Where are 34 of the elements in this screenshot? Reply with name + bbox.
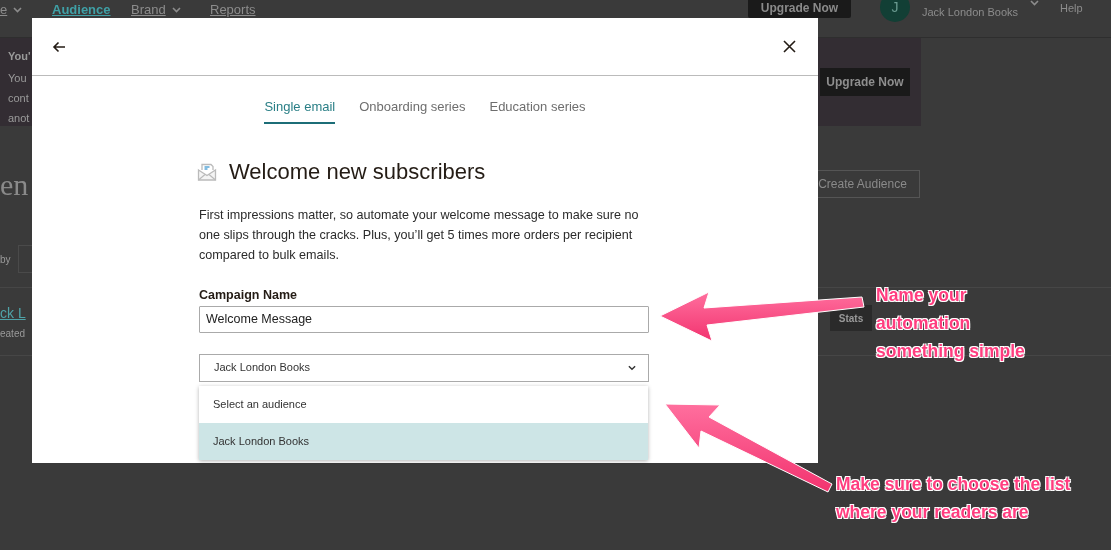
annotation-text: Make sure to choose the list where your readers are bbox=[836, 473, 1071, 524]
nav-link[interactable]: e bbox=[0, 0, 23, 20]
close-icon[interactable] bbox=[783, 40, 796, 53]
banner-text: anot bbox=[8, 111, 30, 126]
back-arrow-icon[interactable] bbox=[52, 40, 66, 53]
upgrade-button[interactable]: Upgrade Now bbox=[748, 0, 851, 18]
upgrade-button[interactable]: Upgrade Now bbox=[820, 68, 910, 96]
campaign-name-input[interactable]: Welcome Message bbox=[199, 305, 649, 333]
dropdown-option[interactable]: Select an audience bbox=[199, 385, 648, 423]
caret-icon bbox=[1030, 0, 1039, 6]
tab[interactable]: Education series bbox=[489, 97, 586, 124]
account-name[interactable]: Jack London Books bbox=[922, 4, 1018, 21]
field-label: Campaign Name bbox=[199, 286, 298, 304]
tab[interactable]: Single email bbox=[264, 97, 336, 124]
list-name-link[interactable]: ck L bbox=[0, 303, 26, 324]
nav-link[interactable]: Audience bbox=[52, 0, 111, 20]
avatar[interactable]: J bbox=[880, 0, 910, 22]
audience-meta: eated bbox=[0, 327, 26, 341]
dropdown-option[interactable]: Jack London Books bbox=[199, 422, 648, 460]
banner-title: You' bbox=[8, 49, 31, 64]
modal-title: Welcome new subscribers bbox=[229, 158, 486, 185]
audience-select[interactable]: Jack London Books bbox=[199, 353, 649, 382]
nav-link[interactable]: Reports bbox=[210, 0, 256, 20]
nav-link[interactable]: Brand bbox=[131, 0, 181, 20]
banner-text: cont bbox=[8, 91, 29, 106]
page-heading: en bbox=[0, 167, 29, 203]
banner-text: You bbox=[8, 71, 27, 86]
help-link[interactable]: Help bbox=[1060, 0, 1083, 17]
filter-label: by bbox=[0, 253, 11, 267]
caret-icon bbox=[628, 364, 636, 371]
envelope-icon bbox=[197, 161, 217, 182]
tab[interactable]: Onboarding series bbox=[359, 97, 466, 124]
description-text: First impressions matter, so automate your welcome message to make sure no one slips through the cracks. Plus, you’ll get 5 times more orders per recipient compared to bulk emails. bbox=[199, 206, 640, 264]
annotation-text: Name your automation something simple bbox=[876, 284, 1025, 363]
